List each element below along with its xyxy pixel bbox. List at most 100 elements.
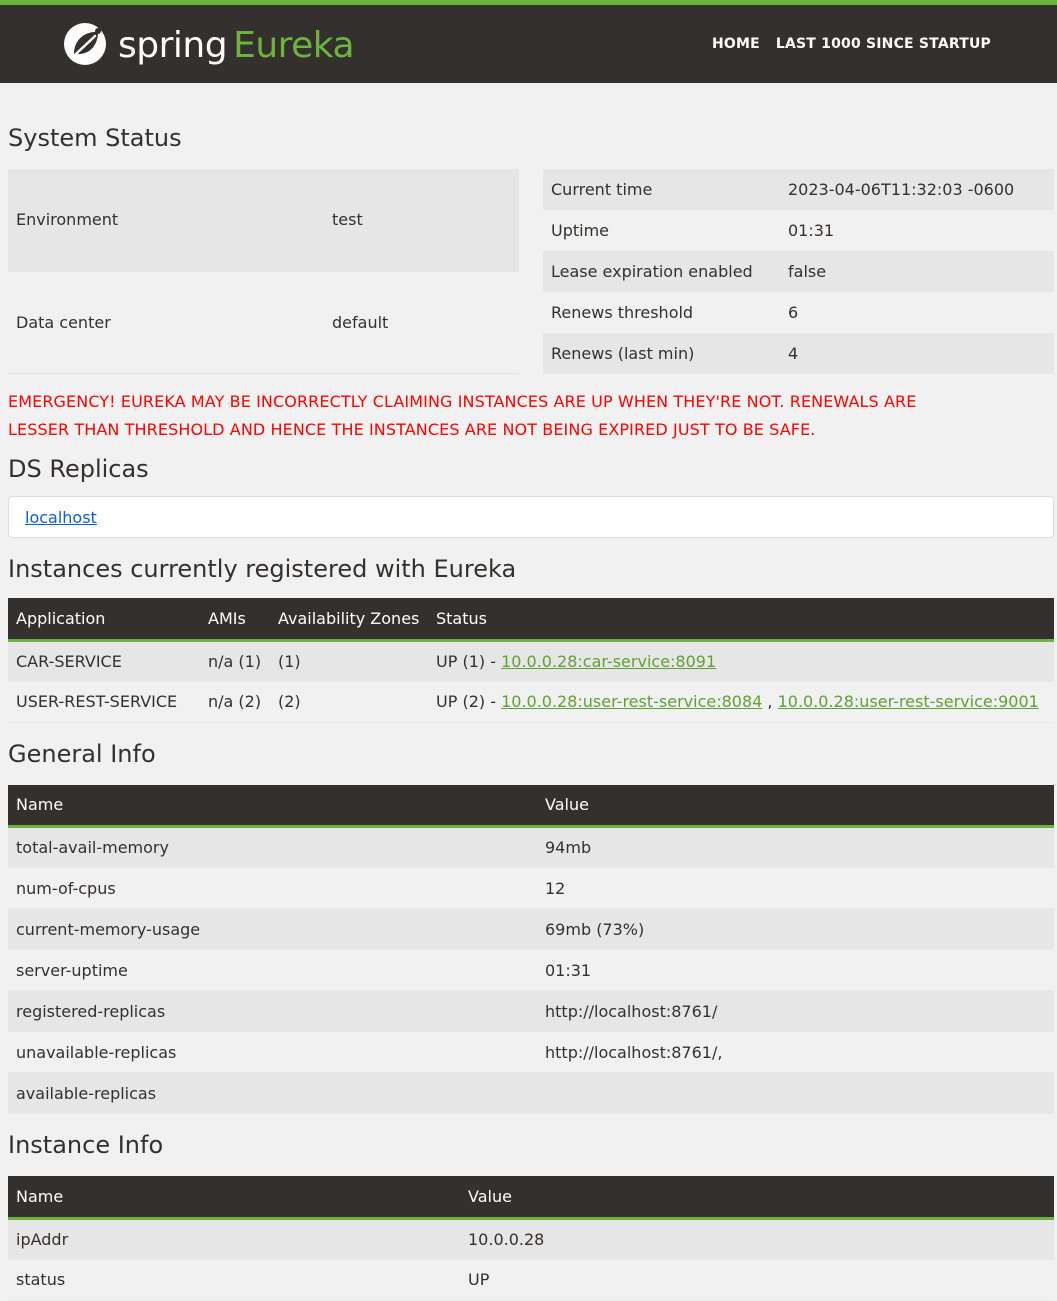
row-label: Environment: [16, 210, 119, 230]
status-cell: UP (2) - 10.0.0.28:user-rest-service:808…: [428, 681, 1054, 722]
info-value: 69mb (73%): [545, 919, 645, 939]
col-name: Name: [8, 784, 537, 828]
info-name: server-uptime: [16, 960, 128, 980]
application-cell: CAR-SERVICE: [16, 651, 122, 671]
ds-replicas-title: DS Replicas: [8, 455, 149, 483]
status-prefix: UP (2) -: [436, 692, 502, 711]
table-row: Renews (last min) 4: [543, 333, 1054, 374]
table-row: Uptime 01:31: [543, 210, 1054, 251]
table-row: current-memory-usage 69mb (73%): [8, 908, 1054, 950]
row-label: Renews (last min): [551, 344, 695, 363]
emergency-line-1: EMERGENCY! EUREKA MAY BE INCORRECTLY CLA…: [8, 392, 917, 411]
table-row: CAR-SERVICE n/a (1) (1) UP (1) - 10.0.0.…: [8, 640, 1054, 681]
info-name: num-of-cpus: [16, 878, 116, 898]
status-prefix: UP (1) -: [436, 651, 502, 671]
info-value: 94mb: [545, 838, 592, 857]
row-label: Data center: [16, 312, 111, 332]
info-name: total-avail-memory: [16, 838, 169, 857]
table-row: Lease expiration enabled false: [543, 251, 1054, 292]
row-value: test: [332, 210, 363, 230]
row-value: 4: [788, 344, 799, 363]
col-value: Value: [460, 1176, 1054, 1220]
instance-info-table: Name Value ipAddr 10.0.0.28 status UP: [8, 1176, 1054, 1301]
col-application: Application: [8, 598, 200, 642]
zones-cell: (2): [278, 692, 301, 711]
info-value: 12: [545, 878, 566, 898]
info-value: 10.0.0.28: [468, 1229, 545, 1249]
info-name: unavailable-replicas: [16, 1042, 177, 1062]
application-cell: USER-REST-SERVICE: [16, 692, 178, 711]
main-content: System Status Environment test Data cent…: [0, 123, 1057, 1301]
top-nav: HOME LAST 1000 SINCE STARTUP: [712, 36, 991, 52]
nav-last-1000-link[interactable]: LAST 1000 SINCE STARTUP: [776, 36, 991, 52]
table-header-row: Name Value: [8, 1176, 1054, 1220]
col-value: Value: [537, 784, 1054, 828]
info-name: status: [16, 1270, 66, 1289]
table-row: server-uptime 01:31: [8, 949, 1054, 991]
info-value: UP: [468, 1270, 490, 1289]
link-separator: ,: [762, 692, 778, 711]
top-navbar: spring Eureka HOME LAST 1000 SINCE STARTU…: [0, 0, 1057, 83]
general-info-title: General Info: [8, 739, 156, 768]
system-status-section: Environment test Data center default Cur…: [8, 169, 1054, 374]
table-row: available-replicas: [8, 1072, 1054, 1114]
table-row: status UP: [8, 1259, 1054, 1300]
instances-title: Instances currently registered with Eure…: [8, 555, 517, 583]
instance-link[interactable]: 10.0.0.28:user-rest-service:8084: [501, 692, 762, 711]
row-value: 6: [788, 303, 799, 322]
row-value: 01:31: [788, 221, 835, 240]
col-status: Status: [428, 598, 1054, 642]
col-name: Name: [8, 1176, 460, 1220]
system-status-left-table: Environment test Data center default: [8, 169, 519, 374]
table-row: Renews threshold 6: [543, 292, 1054, 333]
info-value: http://localhost:8761/: [545, 1001, 718, 1021]
table-row: Data center default: [8, 271, 519, 374]
row-label: Current time: [551, 180, 653, 199]
table-row: num-of-cpus 12: [8, 867, 1054, 909]
ds-replicas-list: localhost: [8, 496, 1054, 538]
zones-cell: (1): [278, 651, 301, 671]
nav-home-link[interactable]: HOME: [712, 36, 760, 52]
table-header-row: Application AMIs Availability Zones Stat…: [8, 598, 1054, 642]
info-value: [537, 1073, 1054, 1114]
col-amis: AMIs: [200, 598, 270, 642]
row-value: 2023-04-06T11:32:03 -0600: [788, 180, 1015, 199]
table-row: total-avail-memory 94mb: [8, 826, 1054, 868]
row-label: Renews threshold: [551, 303, 694, 322]
instances-table: Application AMIs Availability Zones Stat…: [8, 598, 1054, 723]
instance-info-title: Instance Info: [8, 1131, 164, 1159]
table-row: Environment test: [8, 169, 519, 272]
general-info-table: Name Value total-avail-memory 94mb num-o…: [8, 784, 1054, 1115]
info-value: 01:31: [545, 960, 592, 980]
brand-spring-text: spring: [118, 25, 228, 66]
row-value: default: [332, 312, 389, 332]
instance-link[interactable]: 10.0.0.28:car-service:8091: [501, 652, 716, 671]
emergency-line-2: LESSER THAN THRESHOLD AND HENCE THE INST…: [8, 420, 816, 439]
amis-cell: n/a (1): [208, 651, 262, 671]
table-header-row: Name Value: [8, 784, 1054, 828]
emergency-warning: EMERGENCY! EUREKA MAY BE INCORRECTLY CLA…: [8, 388, 1054, 444]
system-status-right-table: Current time 2023-04-06T11:32:03 -0600 U…: [543, 169, 1054, 374]
brand-logo-link[interactable]: spring Eureka: [62, 21, 355, 71]
col-availability-zones: Availability Zones: [270, 598, 428, 642]
row-label: Uptime: [551, 221, 610, 240]
system-status-title: System Status: [8, 124, 182, 152]
table-row: ipAddr 10.0.0.28: [8, 1218, 1054, 1259]
replica-localhost-link[interactable]: localhost: [25, 508, 97, 527]
amis-cell: n/a (2): [208, 692, 262, 711]
table-row: Current time 2023-04-06T11:32:03 -0600: [543, 169, 1054, 210]
info-value: http://localhost:8761/,: [545, 1042, 723, 1062]
info-name: current-memory-usage: [16, 919, 201, 939]
info-name: ipAddr: [16, 1229, 69, 1249]
table-row: USER-REST-SERVICE n/a (2) (2) UP (2) - 1…: [8, 681, 1054, 722]
info-name: available-replicas: [16, 1083, 157, 1103]
instance-link[interactable]: 10.0.0.28:user-rest-service:9001: [778, 692, 1039, 711]
table-row: unavailable-replicas http://localhost:87…: [8, 1031, 1054, 1073]
status-cell: UP (1) - 10.0.0.28:car-service:8091: [428, 640, 1054, 681]
info-name: registered-replicas: [16, 1001, 166, 1021]
table-row: registered-replicas http://localhost:876…: [8, 990, 1054, 1032]
row-value: false: [788, 262, 827, 281]
row-label: Lease expiration enabled: [551, 262, 753, 281]
brand-eureka-text: Eureka: [233, 25, 355, 66]
spring-leaf-icon: [62, 21, 108, 71]
